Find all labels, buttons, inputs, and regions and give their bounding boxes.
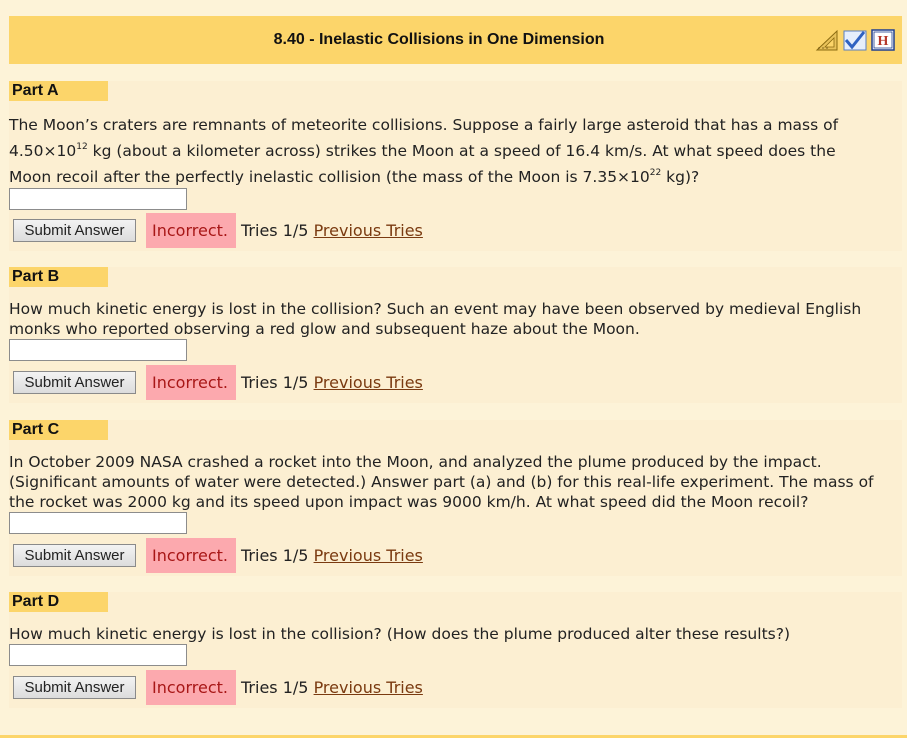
tries-count: Tries 1/5 bbox=[241, 373, 309, 392]
tries-count: Tries 1/5 bbox=[241, 221, 309, 240]
question-text: How much kinetic energy is lost in the c… bbox=[9, 300, 862, 338]
answer-input[interactable] bbox=[9, 644, 187, 666]
previous-tries-link[interactable]: Previous Tries bbox=[314, 221, 423, 240]
part-d: Part D How much kinetic energy is lost i… bbox=[9, 592, 902, 708]
triangle-ruler-icon[interactable] bbox=[815, 28, 839, 52]
part-a: Part A The Moon’s craters are remnants o… bbox=[9, 81, 902, 251]
previous-tries-link[interactable]: Previous Tries bbox=[314, 546, 423, 565]
question-text: In October 2009 NASA crashed a rocket in… bbox=[9, 453, 874, 511]
submit-answer-button[interactable]: Submit Answer bbox=[13, 544, 136, 567]
submit-answer-button[interactable]: Submit Answer bbox=[13, 676, 136, 699]
part-label: Part A bbox=[9, 81, 108, 101]
previous-tries-link[interactable]: Previous Tries bbox=[314, 678, 423, 697]
answer-input[interactable] bbox=[9, 188, 187, 210]
part-label: Part C bbox=[9, 420, 108, 440]
answer-input[interactable] bbox=[9, 339, 187, 361]
status-badge: Incorrect. bbox=[146, 213, 236, 248]
tries-count: Tries 1/5 bbox=[241, 546, 309, 565]
part-label: Part D bbox=[9, 592, 108, 612]
tries-info: Tries 1/5 Previous Tries bbox=[241, 365, 423, 400]
tries-info: Tries 1/5 Previous Tries bbox=[241, 538, 423, 573]
previous-tries-link[interactable]: Previous Tries bbox=[314, 373, 423, 392]
status-badge: Incorrect. bbox=[146, 538, 236, 573]
question-text: How much kinetic energy is lost in the c… bbox=[9, 625, 790, 643]
help-icon[interactable]: H bbox=[871, 28, 895, 52]
status-badge: Incorrect. bbox=[146, 670, 236, 705]
tries-info: Tries 1/5 Previous Tries bbox=[241, 213, 423, 248]
problem-header: 8.40 - Inelastic Collisions in One Dimen… bbox=[9, 16, 902, 64]
tries-info: Tries 1/5 Previous Tries bbox=[241, 670, 423, 705]
question-text: The Moon’s craters are remnants of meteo… bbox=[9, 116, 839, 186]
status-badge: Incorrect. bbox=[146, 365, 236, 400]
tries-count: Tries 1/5 bbox=[241, 678, 309, 697]
svg-text:H: H bbox=[878, 34, 889, 49]
submit-answer-button[interactable]: Submit Answer bbox=[13, 371, 136, 394]
part-b: Part B How much kinetic energy is lost i… bbox=[9, 267, 902, 403]
answer-input[interactable] bbox=[9, 512, 187, 534]
problem-title: 8.40 - Inelastic Collisions in One Dimen… bbox=[273, 31, 605, 48]
checkmark-icon[interactable] bbox=[843, 28, 867, 52]
part-label: Part B bbox=[9, 267, 108, 287]
submit-answer-button[interactable]: Submit Answer bbox=[13, 219, 136, 242]
part-c: Part C In October 2009 NASA crashed a ro… bbox=[9, 420, 902, 576]
